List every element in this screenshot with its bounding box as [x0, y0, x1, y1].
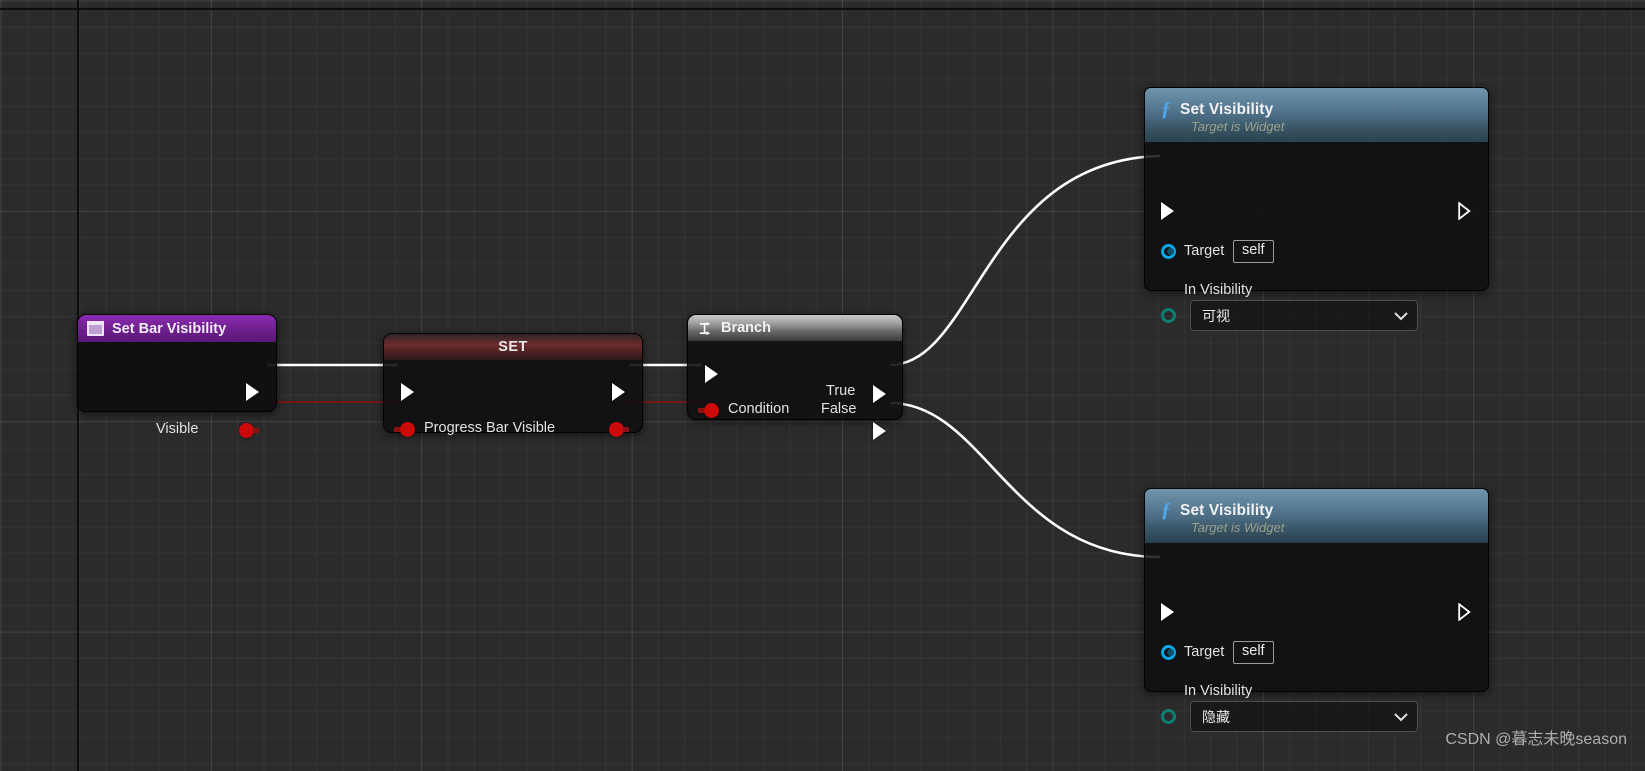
set-visibility-false-subtitle: Target is Widget: [1191, 519, 1285, 535]
set-node-body: Progress Bar Visible: [384, 360, 642, 437]
set-visibility-true-in-visibility-label: In Visibility: [1184, 282, 1253, 298]
set-output-bool-pin[interactable]: [609, 422, 624, 437]
set-visibility-false-dropdown[interactable]: 隐藏: [1190, 701, 1418, 732]
node-set-visibility-false[interactable]: ƒ Set Visibility Target is Widget Target…: [1144, 488, 1489, 732]
branch-node-title: Branch: [721, 320, 771, 336]
set-visibility-true-header: ƒ Set Visibility Target is Widget: [1145, 88, 1488, 142]
exec-out-pin[interactable]: [246, 383, 259, 401]
set-visibility-false-header: ƒ Set Visibility Target is Widget: [1145, 489, 1488, 543]
wire-true-to-set-visibility-top: [889, 154, 1161, 367]
set-visibility-false-exec-out[interactable]: [1458, 603, 1471, 621]
set-visibility-true-in-visibility-pin[interactable]: [1161, 308, 1176, 323]
function-f-icon: ƒ: [1161, 498, 1171, 521]
set-visibility-true-body: Target self In Visibility 可视: [1145, 142, 1488, 331]
wire-false-to-set-visibility-bottom: [889, 401, 1161, 559]
branch-true-pin[interactable]: [873, 385, 886, 403]
set-visibility-true-title: Set Visibility: [1180, 100, 1274, 118]
set-visibility-true-exec-in[interactable]: [1161, 202, 1174, 220]
pin-label-condition: Condition: [728, 401, 790, 417]
event-node-body: Visible: [78, 342, 276, 438]
pin-label-false: False: [821, 401, 857, 417]
chevron-down-icon: [1394, 712, 1408, 721]
set-visibility-false-title: Set Visibility: [1180, 501, 1274, 519]
branch-false-pin[interactable]: [873, 422, 886, 440]
pin-label-true: True: [826, 383, 856, 399]
set-visibility-false-in-visibility-pin[interactable]: [1161, 709, 1176, 724]
set-visibility-false-body: Target self In Visibility 隐藏: [1145, 543, 1488, 732]
branch-exec-in-pin[interactable]: [705, 365, 718, 383]
grid-origin-horizontal-line: [0, 8, 1645, 10]
set-visibility-true-target-label: Target: [1184, 243, 1225, 259]
set-visibility-true-target-pin[interactable]: [1161, 244, 1176, 259]
set-visibility-false-in-visibility-label: In Visibility: [1184, 683, 1253, 699]
chevron-down-icon: [1394, 311, 1408, 320]
branch-condition-stub: [698, 408, 704, 413]
node-branch[interactable]: Branch True Condition False: [687, 314, 903, 440]
blueprint-graph-canvas[interactable]: Set Bar Visibility Visible SET Progress …: [0, 0, 1645, 771]
set-input-bool-pin[interactable]: [400, 422, 415, 437]
set-visibility-true-target-value[interactable]: self: [1233, 240, 1274, 263]
set-node-header: SET: [384, 334, 642, 360]
watermark-text: CSDN @暮志未晚season: [1445, 731, 1627, 748]
set-output-bool-stub: [623, 427, 629, 432]
node-set-visibility-true[interactable]: ƒ Set Visibility Target is Widget Target…: [1144, 87, 1489, 331]
set-visibility-false-target-value[interactable]: self: [1233, 641, 1274, 664]
set-visibility-true-subtitle: Target is Widget: [1191, 118, 1285, 134]
pin-visible-stub: [253, 428, 259, 433]
branch-node-header: Branch: [688, 315, 902, 341]
branch-icon: [698, 321, 713, 336]
event-node-header: Set Bar Visibility: [78, 315, 276, 342]
pin-label-progress-bar-visible: Progress Bar Visible: [424, 420, 556, 436]
event-node-title: Set Bar Visibility: [112, 320, 227, 337]
event-node-icon: [87, 321, 104, 336]
set-visibility-false-target-label: Target: [1184, 644, 1225, 660]
pin-label-visible: Visible: [156, 421, 199, 437]
set-exec-out-pin[interactable]: [612, 383, 625, 401]
pin-visible-bool[interactable]: [239, 423, 254, 438]
function-f-icon: ƒ: [1161, 97, 1171, 120]
set-input-bool-stub: [394, 427, 400, 432]
set-visibility-true-dropdown-value: 可视: [1202, 307, 1230, 324]
branch-node-body: True Condition False: [688, 341, 902, 440]
set-visibility-false-target-pin[interactable]: [1161, 645, 1176, 660]
node-set-variable[interactable]: SET Progress Bar Visible: [383, 333, 643, 437]
set-visibility-true-exec-out[interactable]: [1458, 202, 1471, 220]
set-visibility-false-dropdown-value: 隐藏: [1202, 708, 1230, 725]
set-exec-in-pin[interactable]: [401, 383, 414, 401]
set-visibility-true-dropdown[interactable]: 可视: [1190, 300, 1418, 331]
set-node-title: SET: [498, 339, 528, 355]
set-visibility-false-exec-in[interactable]: [1161, 603, 1174, 621]
node-set-bar-visibility[interactable]: Set Bar Visibility Visible: [77, 314, 277, 438]
branch-condition-pin[interactable]: [704, 403, 719, 418]
